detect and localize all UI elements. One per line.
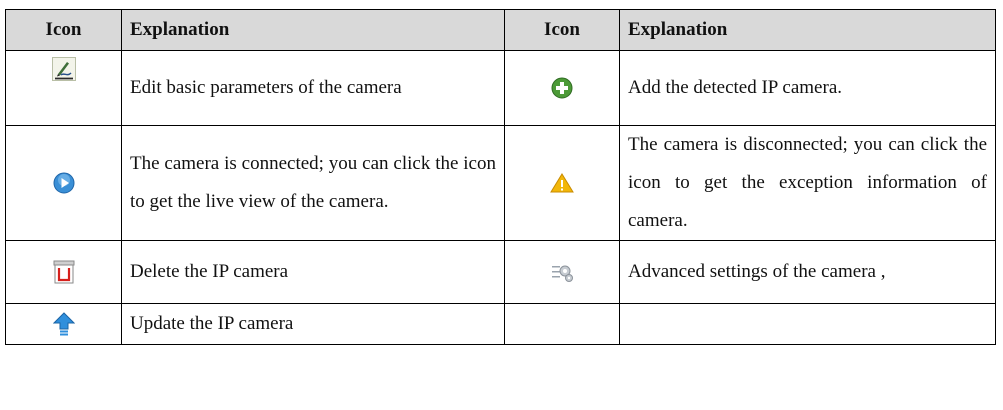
explanation-cell-empty <box>619 303 996 345</box>
warning-icon <box>550 172 574 193</box>
icon-cell <box>5 303 122 345</box>
icon-cell <box>504 240 620 304</box>
explanation-cell: The camera is connected; you can click t… <box>121 125 505 241</box>
header-icon-left: Icon <box>5 9 122 51</box>
table-row: Delete the IP camera Advanced settings o… <box>5 240 996 304</box>
explanation-cell: Edit basic parameters of the camera <box>121 50 505 126</box>
explanation-cell: Update the IP camera <box>121 303 505 345</box>
live-view-play-icon <box>53 172 75 194</box>
icon-cell <box>504 125 620 241</box>
delete-trash-icon <box>53 260 75 284</box>
advanced-settings-icon <box>551 261 573 282</box>
icon-cell <box>5 50 122 126</box>
explanation-cell: Add the detected IP camera. <box>619 50 996 126</box>
icon-explanation-table: Icon Explanation Icon Explanation Edit b… <box>5 9 996 345</box>
icon-cell <box>504 50 620 126</box>
explanation-cell: Advanced settings of the camera , <box>619 240 996 304</box>
update-arrow-icon <box>52 312 75 336</box>
add-plus-icon <box>551 77 573 99</box>
table-row: Edit basic parameters of the camera Add … <box>5 50 996 126</box>
header-explanation-left: Explanation <box>121 9 505 51</box>
icon-cell <box>5 240 122 304</box>
table-row: The camera is connected; you can click t… <box>5 125 996 241</box>
icon-cell-empty <box>504 303 620 345</box>
header-explanation-right: Explanation <box>619 9 996 51</box>
table-row: Update the IP camera <box>5 303 996 345</box>
header-icon-right: Icon <box>504 9 620 51</box>
explanation-cell: The camera is disconnected; you can clic… <box>619 125 996 241</box>
edit-pen-icon <box>51 57 76 81</box>
explanation-cell: Delete the IP camera <box>121 240 505 304</box>
header-row: Icon Explanation Icon Explanation <box>5 9 996 51</box>
icon-cell <box>5 125 122 241</box>
